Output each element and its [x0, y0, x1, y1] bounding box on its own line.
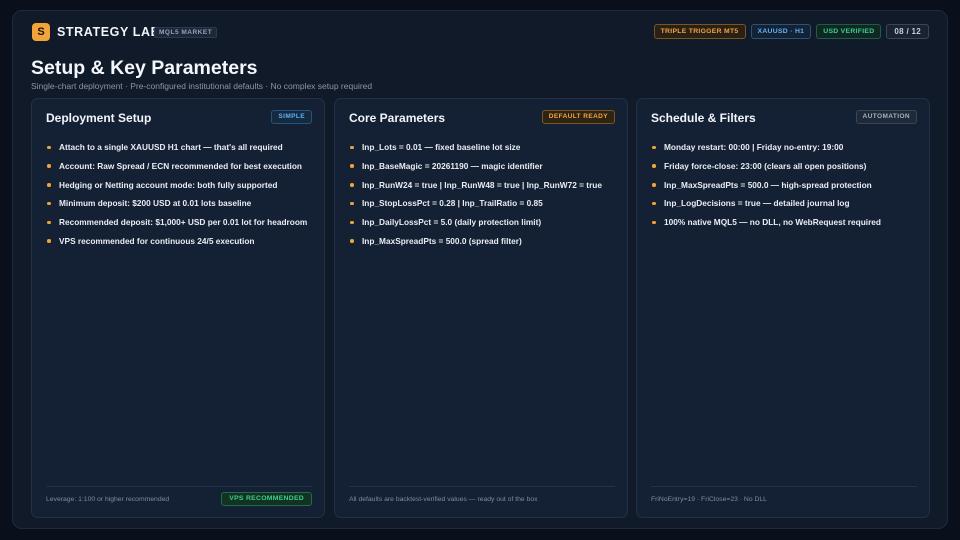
- logo-icon: S: [32, 23, 50, 41]
- bullet-icon: [47, 145, 51, 149]
- item-text: Inp_RunW24 = true | Inp_RunW48 = true | …: [362, 179, 602, 190]
- divider: [651, 486, 917, 487]
- item-text: VPS recommended for continuous 24/5 exec…: [59, 235, 255, 246]
- list-item: Inp_RunW24 = true | Inp_RunW48 = true | …: [349, 179, 617, 192]
- divider: [349, 486, 615, 487]
- panel-footer: All defaults are backtest-verified value…: [349, 496, 538, 503]
- bullet-icon: [350, 164, 354, 168]
- page-title: Setup & Key Parameters: [31, 57, 258, 79]
- item-text: 100% native MQL5 — no DLL, no WebRequest…: [664, 217, 881, 228]
- list-item: Inp_BaseMagic = 20261190 — magic identif…: [349, 160, 617, 173]
- item-text: Inp_LogDecisions = true — detailed journ…: [664, 198, 850, 209]
- list-item: Hedging or Netting account mode: both fu…: [46, 179, 314, 192]
- list-item: Account: Raw Spread / ECN recommended fo…: [46, 160, 314, 173]
- item-text: Monday restart: 00:00 | Friday no-entry:…: [664, 142, 844, 152]
- panel-title: Deployment Setup: [46, 111, 152, 125]
- vps-badge: VPS RECOMMENDED: [221, 492, 312, 506]
- bullet-icon: [652, 220, 656, 225]
- bullet-icon: [350, 220, 354, 225]
- item-text: Account: Raw Spread / ECN recommended fo…: [59, 160, 302, 171]
- item-text: Inp_MaxSpreadPts = 500.0 — high-spread p…: [664, 179, 872, 190]
- item-text: Inp_BaseMagic = 20261190 — magic identif…: [362, 160, 543, 171]
- item-text: Hedging or Netting account mode: both fu…: [59, 179, 278, 190]
- item-list: Inp_Lots = 0.01 — fixed baseline lot siz…: [349, 141, 617, 254]
- item-list: Attach to a single XAUUSD H1 chart — tha…: [46, 141, 314, 254]
- bullet-icon: [47, 183, 51, 187]
- bullet-icon: [652, 164, 656, 168]
- item-list: Monday restart: 00:00 | Friday no-entry:…: [651, 141, 919, 235]
- list-item: Monday restart: 00:00 | Friday no-entry:…: [651, 141, 919, 154]
- item-text: Inp_StopLossPct = 0.28 | Inp_TrailRatio …: [362, 198, 543, 209]
- panel-tag: AUTOMATION: [855, 110, 917, 124]
- list-item: Minimum deposit: $200 USD at 0.01 lots b…: [46, 197, 314, 210]
- bullet-icon: [652, 201, 656, 206]
- list-item: Attach to a single XAUUSD H1 chart — tha…: [46, 141, 314, 154]
- list-item: Inp_DailyLossPct = 5.0 (daily protection…: [349, 216, 617, 229]
- bullet-icon: [350, 183, 354, 187]
- list-item: Inp_StopLossPct = 0.28 | Inp_TrailRatio …: [349, 197, 617, 210]
- panel-tag: DEFAULT READY: [541, 110, 615, 124]
- bullet-icon: [350, 145, 354, 149]
- bullet-icon: [47, 201, 51, 206]
- list-item: Inp_LogDecisions = true — detailed journ…: [651, 197, 919, 210]
- bullet-icon: [47, 239, 51, 243]
- item-text: Inp_Lots = 0.01 — fixed baseline lot siz…: [362, 142, 521, 152]
- panel-title: Core Parameters: [349, 111, 446, 125]
- item-text: Attach to a single XAUUSD H1 chart — tha…: [59, 142, 283, 152]
- bullet-icon: [652, 145, 656, 149]
- core-parameters-panel: Core Parameters DEFAULT READY Inp_Lots =…: [334, 98, 628, 518]
- verified-badge: USD VERIFIED: [816, 24, 882, 39]
- divider: [46, 486, 312, 487]
- schedule-filters-panel: Schedule & Filters AUTOMATION Monday res…: [636, 98, 930, 518]
- bullet-icon: [350, 239, 354, 243]
- item-text: Recommended deposit: $1,000+ USD per 0.0…: [59, 217, 308, 228]
- page-subtitle: Single-chart deployment · Pre-configured…: [31, 81, 373, 91]
- bullet-icon: [652, 183, 656, 187]
- list-item: Friday force-close: 23:00 (clears all op…: [651, 160, 919, 173]
- item-text: Minimum deposit: $200 USD at 0.01 lots b…: [59, 198, 252, 209]
- bullet-icon: [47, 220, 51, 225]
- deployment-setup-panel: Deployment Setup SIMPLE Attach to a sing…: [31, 98, 325, 518]
- slide-frame: S STRATEGY LAB. MQL5 MARKET TRIPLE TRIGG…: [12, 10, 948, 529]
- panel-tag: SIMPLE: [271, 110, 312, 124]
- bullet-icon: [350, 201, 354, 206]
- item-text: Inp_MaxSpreadPts = 500.0 (spread filter): [362, 235, 522, 246]
- brand-name: STRATEGY LAB.: [57, 25, 165, 39]
- symbol-badge: XAUUSD · H1: [750, 24, 812, 39]
- list-item: Inp_Lots = 0.01 — fixed baseline lot siz…: [349, 141, 617, 154]
- brand-tag: MQL5 MARKET: [154, 27, 218, 38]
- list-item: VPS recommended for continuous 24/5 exec…: [46, 235, 314, 248]
- panel-footer: Leverage: 1:100 or higher recommended: [46, 496, 170, 503]
- list-item: Inp_MaxSpreadPts = 500.0 (spread filter): [349, 235, 617, 248]
- list-item: 100% native MQL5 — no DLL, no WebRequest…: [651, 216, 919, 229]
- page-counter: 08 / 12: [886, 24, 929, 39]
- product-badge: TRIPLE TRIGGER MT5: [653, 24, 746, 39]
- panel-footer: FriNoEntry=19 · FriClose=23 · No DLL: [651, 496, 767, 503]
- item-text: Inp_DailyLossPct = 5.0 (daily protection…: [362, 217, 542, 228]
- list-item: Inp_MaxSpreadPts = 500.0 — high-spread p…: [651, 179, 919, 192]
- list-item: Recommended deposit: $1,000+ USD per 0.0…: [46, 216, 314, 229]
- header-badges: TRIPLE TRIGGER MT5 XAUUSD · H1 USD VERIF…: [653, 24, 929, 39]
- panel-title: Schedule & Filters: [651, 111, 756, 125]
- bullet-icon: [47, 164, 51, 168]
- item-text: Friday force-close: 23:00 (clears all op…: [664, 160, 867, 171]
